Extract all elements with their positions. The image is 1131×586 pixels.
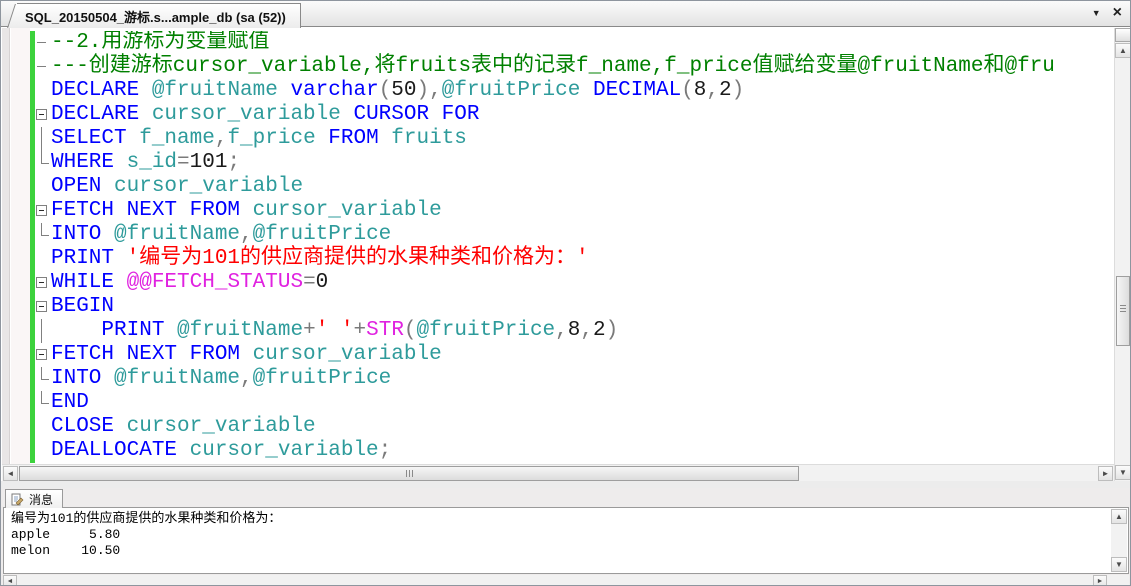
fold-guide: [41, 127, 42, 151]
scroll-down-icon[interactable]: ▼: [1115, 465, 1131, 480]
fold-collapse-icon[interactable]: [36, 349, 47, 360]
scroll-left-icon[interactable]: ◄: [3, 575, 17, 586]
fold-collapse-icon[interactable]: [36, 277, 47, 288]
fold-guide: [37, 42, 46, 43]
code-line: DECLARE cursor_variable CURSOR FOR: [51, 103, 1114, 127]
split-handle[interactable]: [1115, 28, 1131, 42]
active-files-dropdown-icon[interactable]: ▼: [1092, 8, 1101, 18]
scroll-down-icon[interactable]: ▼: [1111, 557, 1127, 572]
code-line: FETCH NEXT FROM cursor_variable: [51, 343, 1114, 367]
query-editor-window: SQL_20150504_游标.s...ample_db (sa (52)) ▼…: [0, 0, 1131, 586]
editor-vertical-scrollbar[interactable]: ▲ ▼: [1114, 28, 1131, 481]
messages-icon: [11, 493, 24, 506]
code-line: WHILE @@FETCH_STATUS=0: [51, 271, 1114, 295]
code-line: SELECT f_name,f_price FROM fruits: [51, 127, 1114, 151]
code-line: WHERE s_id=101;: [51, 151, 1114, 175]
fold-collapse-icon[interactable]: [36, 301, 47, 312]
fold-guide: [37, 66, 46, 67]
document-tab[interactable]: SQL_20150504_游标.s...ample_db (sa (52)): [17, 3, 301, 28]
code-line: PRINT @fruitName+' '+STR(@fruitPrice,8,2…: [51, 319, 1114, 343]
scroll-right-icon[interactable]: ►: [1093, 575, 1107, 586]
scroll-up-icon[interactable]: ▲: [1111, 509, 1127, 524]
messages-vertical-scrollbar[interactable]: ▲ ▼: [1111, 509, 1127, 572]
code-line: DECLARE @fruitName varchar(50),@fruitPri…: [51, 79, 1114, 103]
code-line: FETCH NEXT FROM cursor_variable: [51, 199, 1114, 223]
code-line: INTO @fruitName,@fruitPrice: [51, 367, 1114, 391]
fold-collapse-icon[interactable]: [36, 109, 47, 120]
document-tab-title: SQL_20150504_游标.s...ample_db (sa (52)): [25, 7, 286, 26]
code-line: END: [51, 391, 1114, 415]
horizontal-scroll-thumb[interactable]: [19, 466, 799, 481]
code-line: ---创建游标cursor_variable,将fruits表中的记录f_nam…: [51, 55, 1114, 79]
messages-output[interactable]: 编号为101的供应商提供的水果种类和价格为： apple 5.80 melon …: [3, 507, 1129, 574]
messages-text: 编号为101的供应商提供的水果种类和价格为： apple 5.80 melon …: [11, 511, 281, 559]
scroll-up-icon[interactable]: ▲: [1115, 43, 1131, 58]
close-icon[interactable]: ×: [1113, 6, 1122, 20]
sql-editor[interactable]: --2.用游标为变量赋值---创建游标cursor_variable,将frui…: [2, 28, 1114, 464]
fold-guide: [41, 367, 49, 380]
messages-horizontal-scrollbar[interactable]: ◄ ►: [3, 575, 1129, 586]
code-line: CLOSE cursor_variable: [51, 415, 1114, 439]
code-line: INTO @fruitName,@fruitPrice: [51, 223, 1114, 247]
scroll-right-icon[interactable]: ►: [1098, 466, 1113, 481]
messages-tab-label: 消息: [29, 491, 53, 508]
fold-guide: [41, 391, 49, 404]
gutter-strip: [2, 28, 10, 464]
fold-guide: [41, 223, 49, 236]
results-pane: 消息 编号为101的供应商提供的水果种类和价格为： apple 5.80 mel…: [1, 488, 1130, 586]
code-line: PRINT '编号为101的供应商提供的水果种类和价格为：': [51, 247, 1114, 271]
scroll-left-icon[interactable]: ◄: [3, 466, 18, 481]
vertical-scroll-thumb[interactable]: [1116, 276, 1130, 346]
fold-margin[interactable]: [35, 31, 51, 463]
fold-collapse-icon[interactable]: [36, 205, 47, 216]
code-line: --2.用游标为变量赋值: [51, 31, 1114, 55]
fold-guide: [41, 151, 49, 164]
code-line: BEGIN: [51, 295, 1114, 319]
code-line: OPEN cursor_variable: [51, 175, 1114, 199]
pane-splitter[interactable]: [1, 481, 1130, 488]
code-area[interactable]: --2.用游标为变量赋值---创建游标cursor_variable,将frui…: [51, 31, 1114, 464]
selection-margin[interactable]: [11, 28, 30, 464]
tab-messages[interactable]: 消息: [5, 489, 63, 508]
fold-guide: [41, 319, 42, 343]
document-tab-strip: SQL_20150504_游标.s...ample_db (sa (52)) ▼…: [1, 1, 1130, 27]
editor-horizontal-scrollbar[interactable]: ◄ ►: [2, 464, 1114, 481]
code-line: DEALLOCATE cursor_variable;: [51, 439, 1114, 463]
